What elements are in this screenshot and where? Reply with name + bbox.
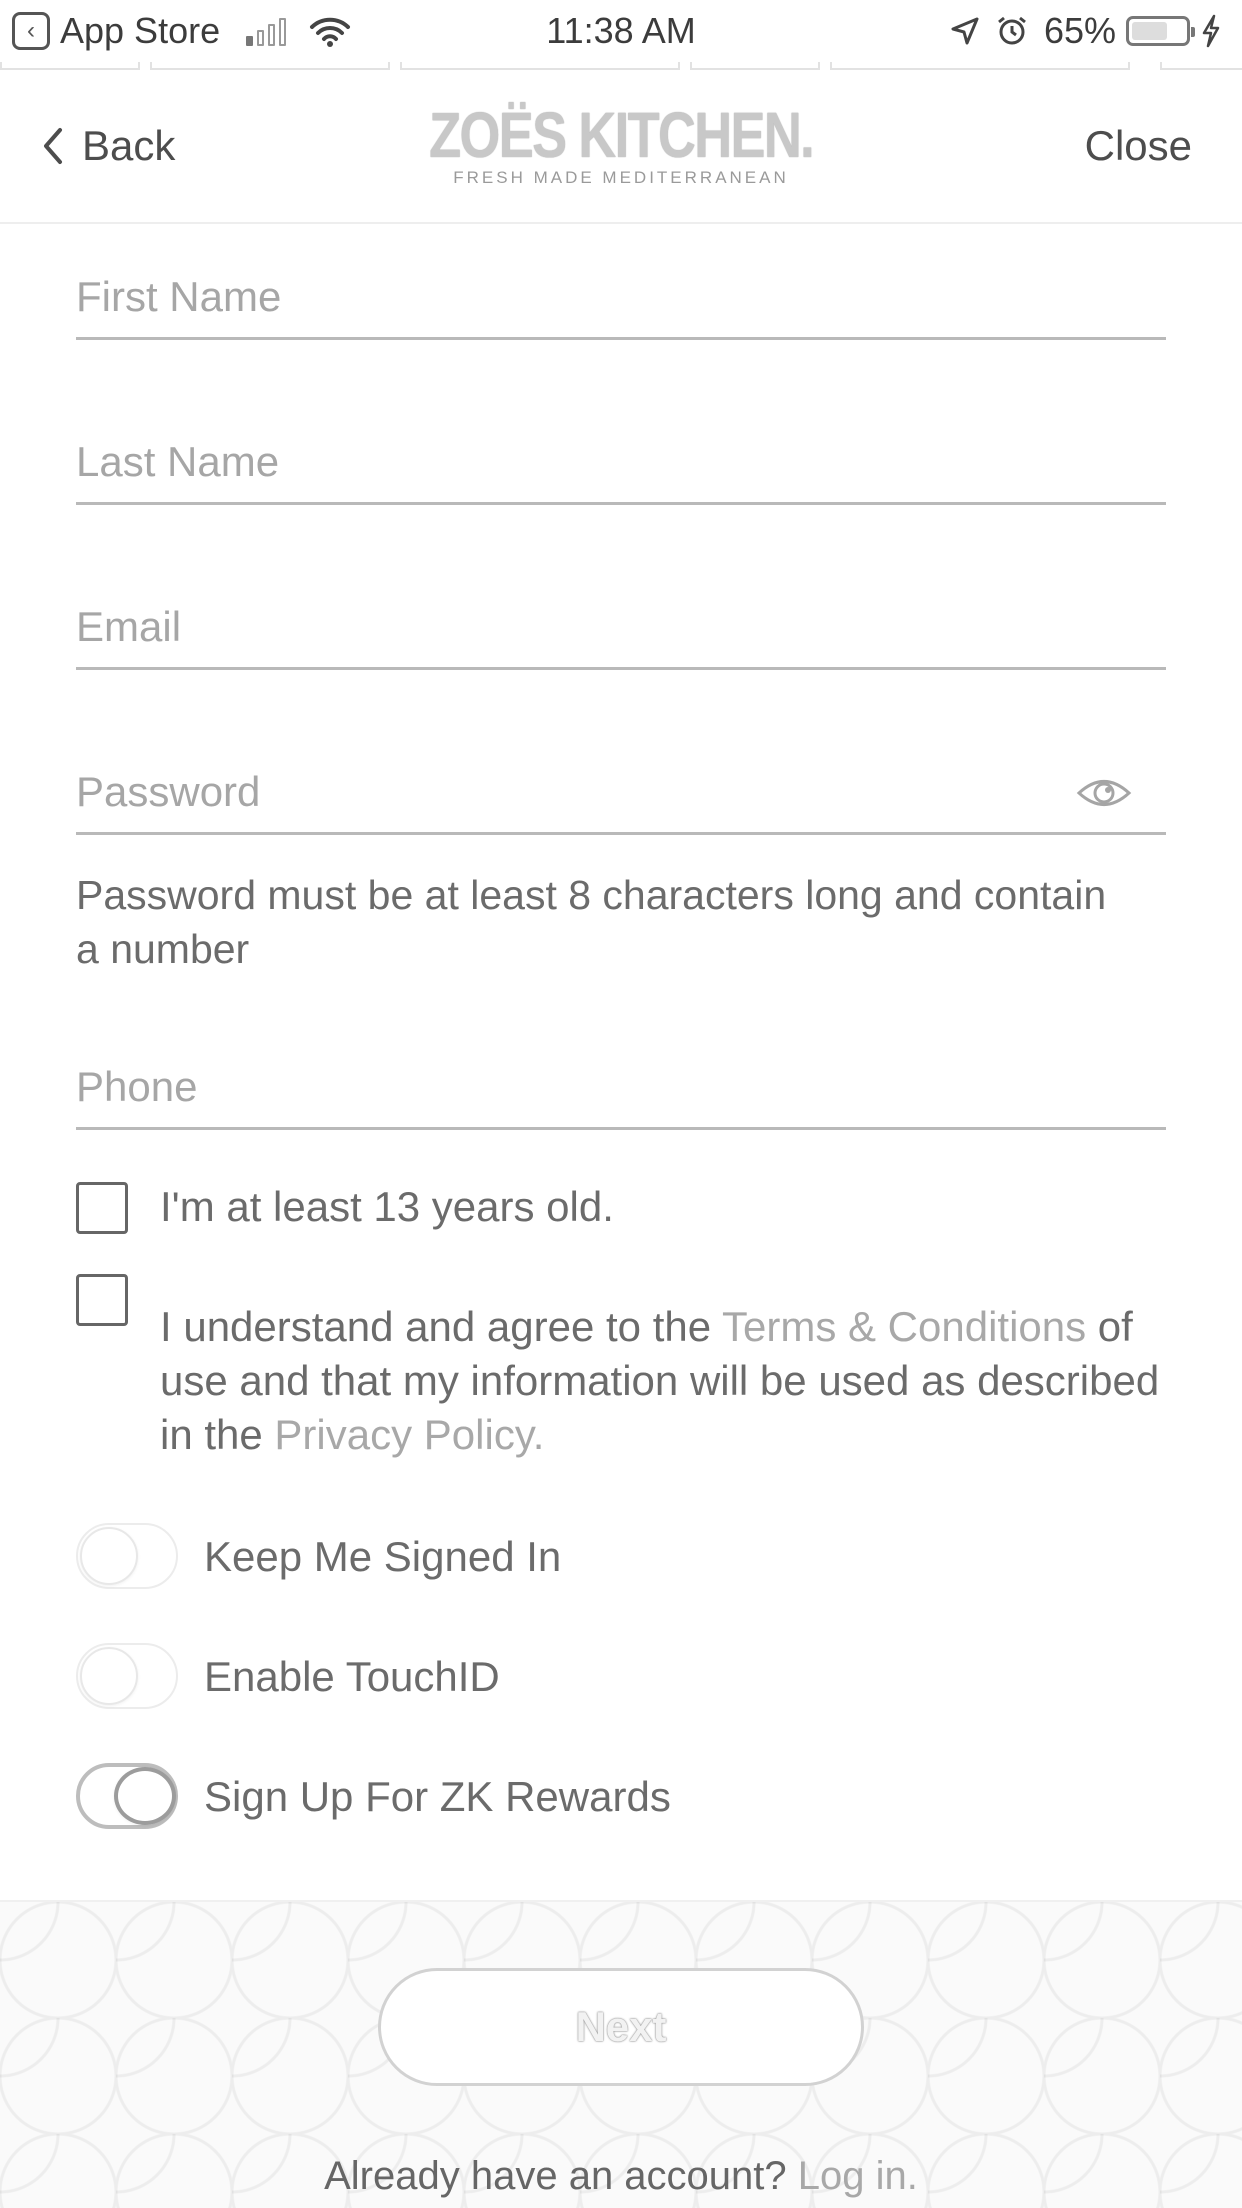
keep-signed-in-toggle[interactable] <box>76 1523 178 1589</box>
phone-input[interactable] <box>76 1063 1166 1111</box>
alarm-clock-icon <box>998 16 1026 45</box>
touch-id-toggle[interactable] <box>76 1643 178 1709</box>
first-name-input[interactable] <box>76 273 1166 321</box>
login-prompt-text: Already have an account? <box>324 2154 798 2198</box>
password-field <box>76 765 1166 835</box>
email-field <box>76 600 1166 670</box>
keep-signed-in-label: Keep Me Signed In <box>204 1533 562 1580</box>
battery-percent: 65% <box>1043 10 1116 51</box>
terms-suffix-text: . <box>532 1411 545 1458</box>
privacy-policy-link[interactable]: Privacy Policy <box>274 1411 532 1458</box>
terms-checkbox[interactable] <box>76 1274 128 1326</box>
zk-rewards-toggle[interactable] <box>76 1763 178 1829</box>
age-checkbox-label: I'm at least 13 years old. <box>160 1183 614 1230</box>
age-checkbox[interactable] <box>76 1182 128 1234</box>
last-name-field <box>76 435 1166 505</box>
terms-prefix-text: I understand and agree to the <box>160 1303 722 1350</box>
close-button[interactable]: Close <box>1085 122 1192 170</box>
login-prompt: Already have an account? Log in. <box>0 2154 1242 2199</box>
footer-panel: Next Already have an account? Log in. <box>0 1900 1242 2208</box>
phone-field <box>76 1060 1166 1130</box>
nav-bar: Back ZOËS KITCHEN. FRESH MADE MEDITERRAN… <box>0 72 1242 224</box>
toggle-knob <box>80 1647 138 1705</box>
password-input[interactable] <box>76 768 1166 816</box>
battery-icon <box>1126 16 1195 46</box>
zk-rewards-label: Sign Up For ZK Rewards <box>204 1773 671 1820</box>
logo-wordmark: ZOËS KITCHEN. <box>429 99 815 171</box>
email-input[interactable] <box>76 603 1166 651</box>
zoes-kitchen-logo: ZOËS KITCHEN. FRESH MADE MEDITERRANEAN <box>0 98 1242 188</box>
password-hint: Password must be at least 8 characters l… <box>76 872 1107 972</box>
terms-checkbox-label: I understand and agree to the Terms & Co… <box>160 1300 1160 1462</box>
status-right: 65% <box>950 10 1222 52</box>
toggle-knob <box>114 1767 176 1825</box>
form-progress-strip <box>0 60 1242 72</box>
log-in-link[interactable]: Log in. <box>798 2154 918 2198</box>
status-bar: ‹ App Store 11:38 AM 65% <box>0 0 1242 62</box>
location-arrow-icon <box>951 17 979 45</box>
charging-bolt-icon <box>1202 14 1220 48</box>
battery-level-fill <box>1132 22 1167 40</box>
toggle-knob <box>80 1527 138 1585</box>
show-password-eye-icon[interactable] <box>1076 776 1132 810</box>
touch-id-label: Enable TouchID <box>204 1653 500 1700</box>
next-button[interactable]: Next <box>378 1968 864 2086</box>
first-name-field <box>76 270 1166 340</box>
terms-conditions-link[interactable]: Terms & Conditions <box>722 1303 1086 1350</box>
last-name-input[interactable] <box>76 438 1166 486</box>
